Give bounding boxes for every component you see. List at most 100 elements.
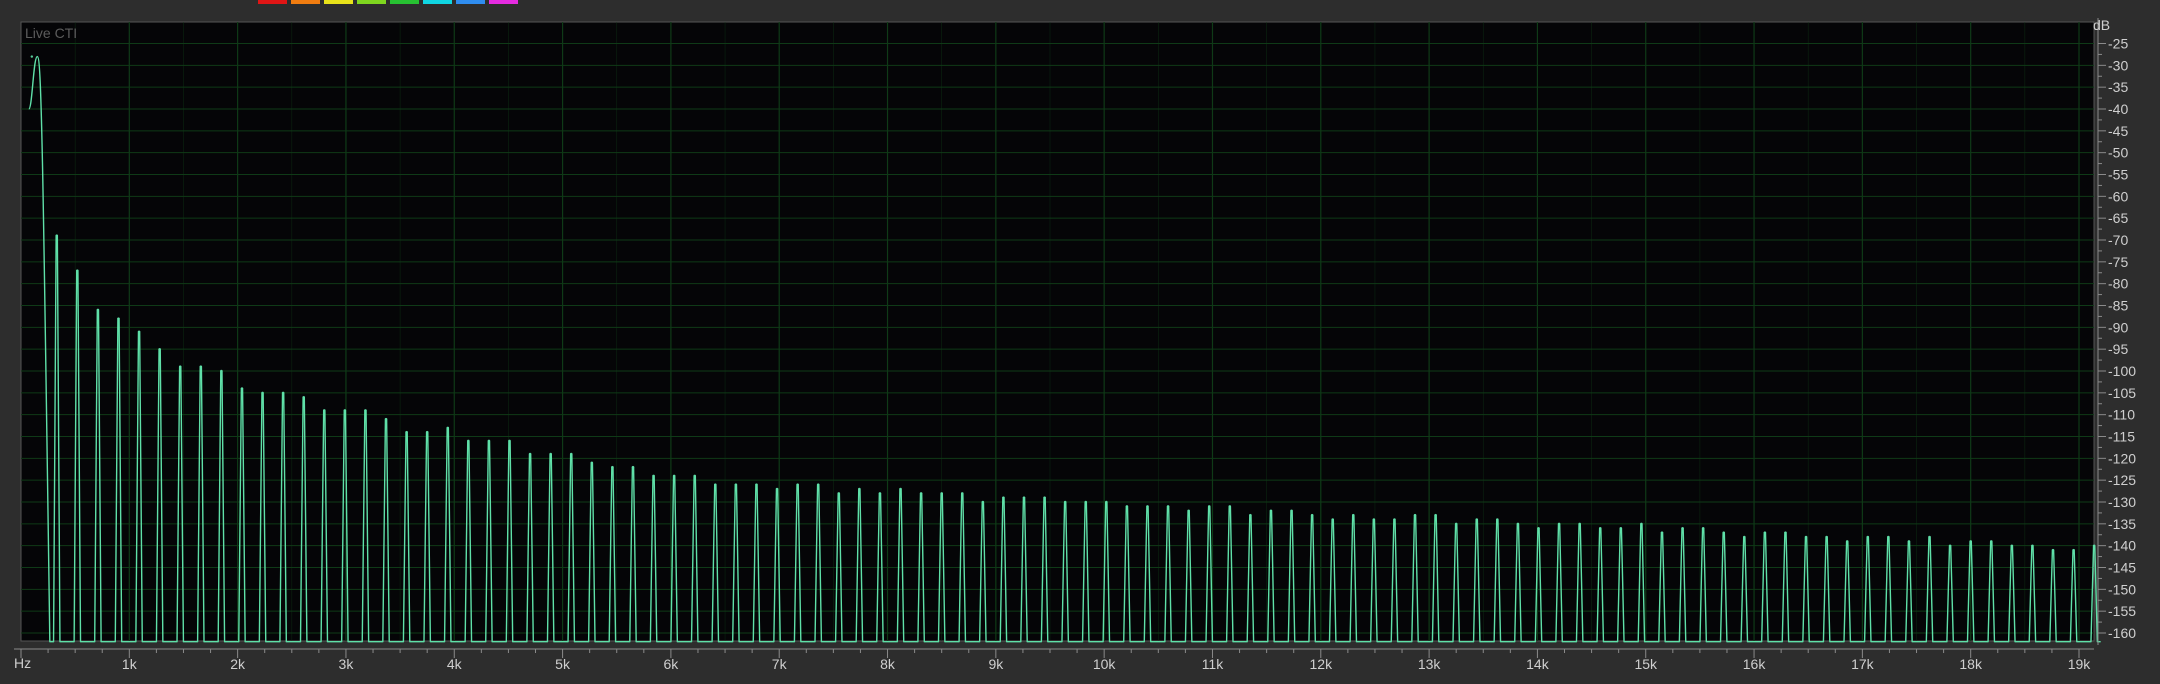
y-tick-label: -105 xyxy=(2108,385,2136,401)
spectrum-peak xyxy=(1310,513,1314,517)
spectrum-peak xyxy=(1928,535,1931,539)
y-tick-label: -155 xyxy=(2108,603,2136,619)
x-tick-label: 16k xyxy=(1743,656,1767,672)
spectrum-peak xyxy=(76,269,79,272)
x-tick-label: 9k xyxy=(988,656,1004,672)
spectrum-peak xyxy=(1784,531,1787,534)
spectrum-peak xyxy=(693,474,696,477)
spectrum-peak xyxy=(796,483,799,486)
y-tick-label: -115 xyxy=(2108,429,2135,445)
spectrum-peak xyxy=(590,461,594,464)
x-tick-label: 18k xyxy=(1959,656,1983,672)
spectrum-peak xyxy=(508,439,511,443)
spectrum-peak xyxy=(1228,505,1232,508)
spectrum-peak xyxy=(343,409,347,412)
spectrum-peak xyxy=(1496,518,1499,521)
spectrum-peak xyxy=(1208,505,1211,508)
spectrum-peak xyxy=(1269,509,1273,512)
x-tick-label: 12k xyxy=(1310,656,1334,672)
y-tick-label: -90 xyxy=(2108,319,2128,335)
spectrum-peak xyxy=(1393,518,1396,521)
x-tick-label: 1k xyxy=(122,656,138,672)
spectrum-peak xyxy=(1763,531,1767,534)
y-tick-label: -95 xyxy=(2108,341,2128,357)
spectrum-peak xyxy=(1290,509,1293,512)
spectrum-peak xyxy=(981,500,985,504)
y-tick-label: -25 xyxy=(2108,36,2128,52)
spectrum-peak xyxy=(1022,496,1026,499)
spectrum-peak xyxy=(302,396,305,399)
x-tick-label: 14k xyxy=(1526,656,1550,672)
spectrum-peak xyxy=(919,492,923,495)
y-tick-label: -40 xyxy=(2108,101,2128,117)
spectrum-peak xyxy=(1990,540,1993,543)
spectrum-peak xyxy=(2051,548,2055,552)
spectrum-peak xyxy=(1187,509,1190,512)
spectrum-peak xyxy=(652,474,655,477)
y-tick-label: -135 xyxy=(2108,516,2136,532)
x-tick-label: 8k xyxy=(880,656,896,672)
spectrum-peak xyxy=(1804,535,1808,539)
spectrum-peak xyxy=(487,439,491,443)
spectrum-peak xyxy=(220,369,223,373)
spectrum-peak xyxy=(2092,544,2096,547)
spectrum-peak xyxy=(755,483,758,486)
spectrum-peak xyxy=(1331,518,1334,521)
spectrum-peak xyxy=(1166,505,1170,508)
spectrum-peak xyxy=(364,409,367,412)
panel-label: Live CTI xyxy=(25,25,77,41)
y-tick-label: -85 xyxy=(2108,298,2128,314)
spectrum-peak xyxy=(1557,522,1561,526)
spectrum-peak xyxy=(714,483,717,486)
spectrum-peak xyxy=(1599,527,1602,530)
plot-area xyxy=(20,21,2095,642)
spectrum-peak xyxy=(30,55,34,58)
y-axis-unit-label: dB xyxy=(2093,17,2110,33)
spectrum-peak xyxy=(158,347,161,351)
x-tick-label: 7k xyxy=(772,656,788,672)
spectrum-peak xyxy=(1537,527,1540,530)
spectrum-peak xyxy=(1969,540,1972,543)
spectrum-peak xyxy=(570,452,573,456)
x-tick-label: 6k xyxy=(663,656,679,672)
y-tick-label: -120 xyxy=(2108,450,2136,466)
y-tick-label: -145 xyxy=(2108,560,2136,576)
spectrum-peak xyxy=(1125,505,1129,508)
spectrum-peak xyxy=(55,234,58,237)
y-tick-label: -140 xyxy=(2108,538,2136,554)
spectrum-peak xyxy=(2072,548,2075,552)
y-tick-label: -125 xyxy=(2108,472,2136,488)
spectrum-peak xyxy=(1434,513,1437,517)
spectrum-peak xyxy=(1948,544,1952,547)
spectrum-peak xyxy=(961,492,964,495)
y-tick-label: -75 xyxy=(2108,254,2128,270)
spectrum-peak xyxy=(1681,527,1684,530)
spectrum-peak xyxy=(858,487,861,491)
spectrum-peak xyxy=(1640,522,1643,526)
y-tick-label: -50 xyxy=(2108,145,2128,161)
spectrum-peak xyxy=(281,391,285,395)
y-tick-label: -110 xyxy=(2108,407,2135,423)
spectrum-peak xyxy=(734,483,738,486)
spectrum-peak xyxy=(323,409,326,412)
spectrum-peak xyxy=(1866,535,1869,539)
spectrum-peak xyxy=(1907,540,1911,543)
spectrum-peak xyxy=(1475,518,1478,521)
spectrum-peak xyxy=(878,492,882,495)
x-tick-label: 13k xyxy=(1418,656,1442,672)
x-tick-label: 17k xyxy=(1851,656,1875,672)
spectrum-peak xyxy=(1352,513,1355,517)
spectrum-peak xyxy=(199,365,203,368)
spectrum-peak xyxy=(837,492,840,495)
spectrum-peak xyxy=(1516,522,1520,526)
spectrum-chart: 1k 2k 3k 4k 5k 6k 7k 8k 9k 10k 11k 12k 13k 14k 15k 16k 1… xyxy=(14,17,2136,672)
spectrum-peak xyxy=(611,465,614,469)
spectrum-peak xyxy=(405,430,408,434)
x-tick-label: 5k xyxy=(555,656,571,672)
spectrum-peak xyxy=(631,465,635,469)
y-tick-label: -130 xyxy=(2108,494,2136,510)
spectrum-peak xyxy=(899,487,902,491)
spectrum-peak xyxy=(1105,500,1108,504)
spectrum-peak xyxy=(817,483,820,486)
spectrum-analyzer-window: 1k 2k 3k 4k 5k 6k 7k 8k 9k 10k 11k 12k 13k 14k 15k 16k 1… xyxy=(0,0,2160,684)
